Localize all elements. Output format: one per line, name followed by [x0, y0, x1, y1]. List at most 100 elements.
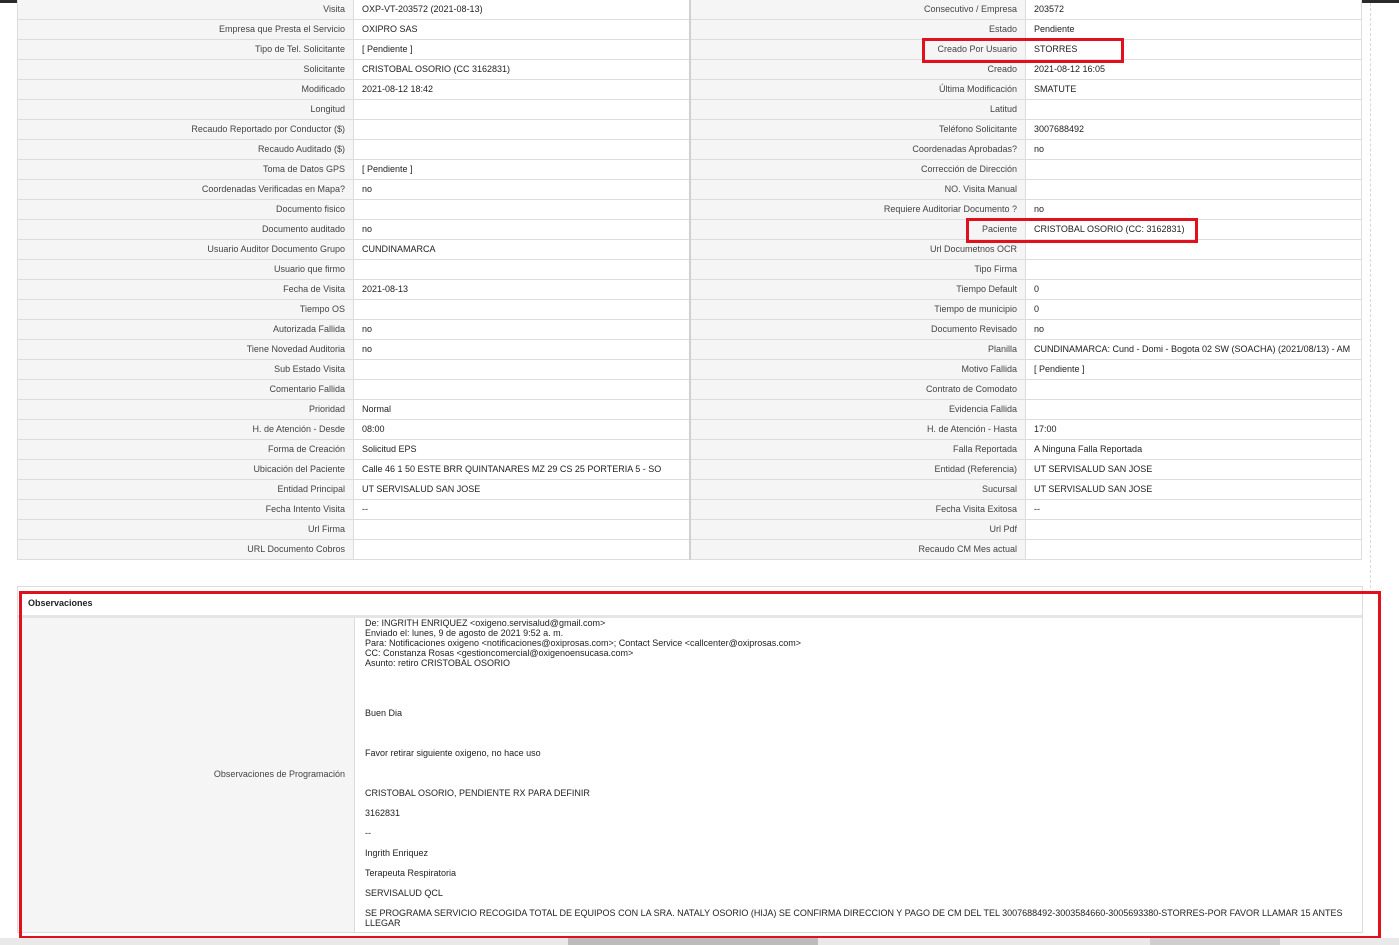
detail-value-right: UT SERVISALUD SAN JOSE: [1025, 459, 1362, 480]
detail-label-left: Ubicación del Paciente: [17, 459, 354, 480]
detail-label-left: Recaudo Auditado ($): [17, 139, 354, 160]
detail-value-left: [353, 359, 690, 380]
detail-label-left: Usuario que firmo: [17, 259, 354, 280]
obs-line: Enviado el: lunes, 9 de agosto de 2021 9…: [365, 628, 564, 638]
detail-row: Modificado 2021-08-12 18:42 Última Modific…: [17, 79, 1362, 100]
scrollbar-thumb[interactable]: [568, 938, 818, 945]
detail-value-left: Normal: [353, 399, 690, 420]
detail-label-right: Falla Reportada: [688, 439, 1026, 460]
detail-label-left: Recaudo Reportado por Conductor ($): [17, 119, 354, 140]
detail-value-right: [1025, 259, 1362, 280]
detail-value-left: [353, 299, 690, 320]
detail-label-right: Estado: [688, 19, 1026, 40]
detail-row: Usuario Auditor Documento Grupo CUNDINAMA…: [17, 239, 1362, 260]
detail-label-left: URL Documento Cobros: [17, 539, 354, 560]
obs-line: CRISTOBAL OSORIO, PENDIENTE RX PARA DEFI…: [365, 788, 590, 798]
detail-label-right: Sucursal: [688, 479, 1026, 500]
detail-value-left: [353, 539, 690, 560]
detail-row: Prioridad Normal Evidencia Fallida: [17, 399, 1362, 420]
detail-label-left: Autorizada Fallida: [17, 319, 354, 340]
detail-row: Fecha de Visita 2021-08-13 Tiempo Default…: [17, 279, 1362, 300]
detail-label-right: Fecha Visita Exitosa: [688, 499, 1026, 520]
obs-line: SE PROGRAMA SERVICIO RECOGIDA TOTAL DE E…: [365, 908, 1343, 928]
detail-label-left: Tiene Novedad Auditoria: [17, 339, 354, 360]
detail-value-right: no: [1025, 319, 1362, 340]
detail-value-right: [1025, 399, 1362, 420]
detail-label-right: Creado: [688, 59, 1026, 80]
detail-label-right: Paciente: [688, 219, 1026, 240]
detail-label-right: Evidencia Fallida: [688, 399, 1026, 420]
detail-value-right: SMATUTE: [1025, 79, 1362, 100]
detail-value-left: [353, 379, 690, 400]
detail-value-left: OXIPRO SAS: [353, 19, 690, 40]
detail-value-left: CUNDINAMARCA: [353, 239, 690, 260]
detail-value-left: no: [353, 179, 690, 200]
detail-label-left: Coordenadas Verificadas en Mapa?: [17, 179, 354, 200]
detail-label-left: Solicitante: [17, 59, 354, 80]
observations-text[interactable]: De: INGRITH ENRIQUEZ <oxigeno.servisalud…: [355, 618, 1362, 932]
detail-value-right: [1025, 519, 1362, 540]
detail-value-left: 2021-08-12 18:42: [353, 79, 690, 100]
detail-value-left: 08:00: [353, 419, 690, 440]
detail-label-left: Tiempo OS: [17, 299, 354, 320]
detail-label-left: Usuario Auditor Documento Grupo: [17, 239, 354, 260]
detail-label-left: Fecha Intento Visita: [17, 499, 354, 520]
detail-row: Recaudo Auditado ($) Coordenadas Aprobada…: [17, 139, 1362, 160]
observations-label: Observaciones de Programación: [213, 769, 345, 779]
obs-line: 3162831: [365, 808, 401, 818]
detail-value-right: 2021-08-12 16:05: [1025, 59, 1362, 80]
detail-row: Tiene Novedad Auditoria no Planilla CUNDIN…: [17, 339, 1362, 360]
detail-row: Recaudo Reportado por Conductor ($) Teléf…: [17, 119, 1362, 140]
detail-value-right: no: [1025, 199, 1362, 220]
detail-row: Ubicación del Paciente Calle 46 1 50 ESTE…: [17, 459, 1362, 480]
detail-value-left: [353, 139, 690, 160]
detail-row: Documento fisico Requiere Auditoriar Docu…: [17, 199, 1362, 220]
detail-value-right: A Ninguna Falla Reportada: [1025, 439, 1362, 460]
obs-line: Asunto: retiro CRISTOBAL OSORIO: [365, 658, 511, 668]
detail-value-left: OXP-VT-203572 (2021-08-13): [353, 0, 690, 20]
horizontal-scrollbar[interactable]: [0, 938, 1399, 945]
detail-row: Sub Estado Visita Motivo Fallida[ Pendien…: [17, 359, 1362, 380]
observations-panel: Observaciones Observaciones de Programac…: [17, 586, 1363, 933]
detail-row: Documento auditado no Paciente CRISTOBAL O…: [17, 219, 1362, 240]
detail-label-right: Latitud: [688, 99, 1026, 120]
detail-value-left: [ Pendiente ]: [353, 39, 690, 60]
detail-row: URL Documento Cobros Recaudo CM Mes actua…: [17, 539, 1362, 560]
detail-label-left: Documento auditado: [17, 219, 354, 240]
detail-label-right: H. de Atención - Hasta: [688, 419, 1026, 440]
detail-label-left: Comentario Fallida: [17, 379, 354, 400]
obs-line: Terapeuta Respiratoria: [365, 868, 457, 878]
detail-label-right: Tiempo Default: [688, 279, 1026, 300]
obs-line: Para: Notificaciones oxigeno <notificaci…: [365, 638, 801, 648]
detail-value-left: CRISTOBAL OSORIO (CC 3162831): [353, 59, 690, 80]
detail-label-right: Planilla: [688, 339, 1026, 360]
detail-label-right: Contrato de Comodato: [688, 379, 1026, 400]
detail-value-right: 0: [1025, 279, 1362, 300]
detail-label-left: Empresa que Presta el Servicio: [17, 19, 354, 40]
detail-row: Tipo de Tel. Solicitante[ Pendiente ] Cre…: [17, 39, 1362, 60]
detail-row: Autorizada Fallida no Documento Revisado …: [17, 319, 1362, 340]
detail-value-right: [ Pendiente ]: [1025, 359, 1362, 380]
detail-label-right: Consecutivo / Empresa: [688, 0, 1026, 20]
detail-label-right: Requiere Auditoriar Documento ?: [688, 199, 1026, 220]
detail-value-left: no: [353, 319, 690, 340]
scrollbar-track-segment: [1150, 938, 1280, 945]
obs-line: SERVISALUD QCL: [365, 888, 443, 898]
detail-value-right: [1025, 539, 1362, 560]
detail-row: Url Firma Url Pdf: [17, 519, 1362, 540]
detail-label-left: Longitud: [17, 99, 354, 120]
detail-value-right: CRISTOBAL OSORIO (CC: 3162831): [1025, 219, 1362, 240]
detail-value-left: [353, 119, 690, 140]
detail-label-right: Documento Revisado: [688, 319, 1026, 340]
detail-value-left: [353, 519, 690, 540]
detail-row: Longitud Latitud: [17, 99, 1362, 120]
detail-label-left: Tipo de Tel. Solicitante: [17, 39, 354, 60]
detail-row: Solicitante CRISTOBAL OSORIO (CC 3162831)…: [17, 59, 1362, 80]
detail-value-left: [353, 259, 690, 280]
detail-value-right: [1025, 379, 1362, 400]
detail-value-right: [1025, 239, 1362, 260]
obs-line: Favor retirar siguiente oxigeno, no hace…: [365, 748, 541, 758]
detail-row: Usuario que firmo Tipo Firma: [17, 259, 1362, 280]
page-guide-line: [1370, 3, 1371, 588]
detail-row: Coordenadas Verificadas en Mapa? no NO. V…: [17, 179, 1362, 200]
